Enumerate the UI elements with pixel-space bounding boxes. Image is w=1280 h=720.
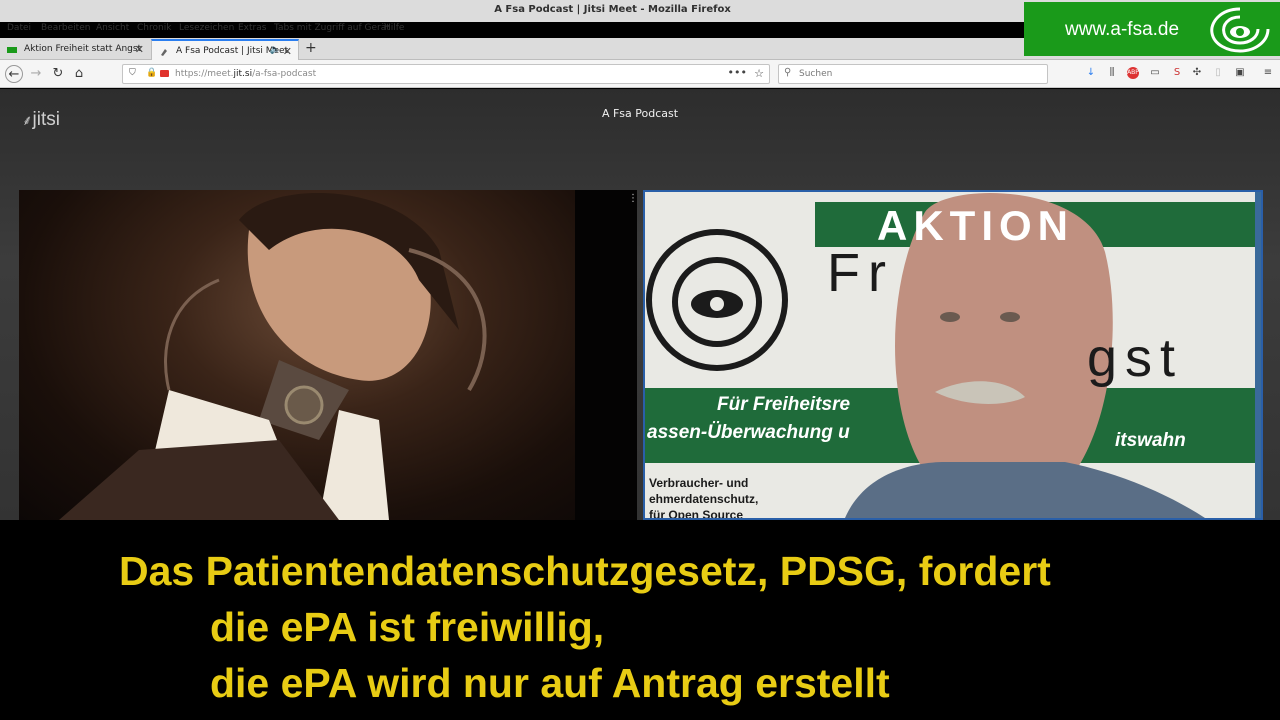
close-tab-icon[interactable]: ✕ bbox=[135, 43, 144, 56]
menu-lesezeichen[interactable]: Lesezeichen bbox=[179, 23, 234, 33]
participant-tile-left[interactable] bbox=[19, 190, 637, 520]
lock-icon[interactable]: 🔒 bbox=[146, 68, 157, 78]
url-text[interactable]: https://meet.jit.si/a-fsa-podcast bbox=[175, 69, 316, 79]
brand-url: www.a-fsa.de bbox=[1065, 19, 1180, 40]
banner-aktion: AKTION bbox=[877, 202, 1074, 249]
hamburger-menu-icon[interactable]: ≡ bbox=[1262, 67, 1274, 79]
menu-hilfe[interactable]: Hilfe bbox=[384, 23, 404, 33]
menu-extras[interactable]: Extras bbox=[238, 23, 266, 33]
reload-icon[interactable]: ↻ bbox=[49, 65, 67, 83]
adblock-icon[interactable]: ABP bbox=[1127, 67, 1139, 79]
tile-options-icon[interactable]: ⋮ bbox=[628, 193, 638, 204]
search-input[interactable]: ⚲ Suchen bbox=[778, 64, 1048, 84]
speaker-icon[interactable]: 🔈 bbox=[270, 45, 281, 55]
navigation-bar: ← → ↻ ⌂ ⛉ 🔒 https://meet.jit.si/a-fsa-po… bbox=[0, 60, 1280, 88]
menu-datei[interactable]: Datei bbox=[7, 23, 31, 33]
tab-jitsi[interactable]: A Fsa Podcast | Jitsi Meet 🔈 ✕ bbox=[151, 39, 299, 60]
jitsi-meeting: ⸙jitsi A Fsa Podcast ⋮ AKTION Fr gst Für… bbox=[0, 89, 1280, 520]
menu-ansicht[interactable]: Ansicht bbox=[96, 23, 129, 33]
afsa-favicon-icon bbox=[7, 47, 17, 53]
subtitle-area: Das Patientendatenschutzgesetz, PDSG, fo… bbox=[0, 520, 1280, 720]
home-icon[interactable]: ⌂ bbox=[70, 65, 88, 83]
banner-freiheit: Fr bbox=[827, 243, 894, 303]
robot-woman-image bbox=[59, 192, 487, 520]
back-icon[interactable]: ← bbox=[5, 65, 23, 83]
meeting-title: A Fsa Podcast bbox=[601, 107, 679, 120]
jitsi-favicon-icon bbox=[161, 49, 167, 56]
library-icon[interactable]: ⫼ bbox=[1106, 67, 1118, 79]
menu-bar: Datei Bearbeiten Ansicht Chronik Lesezei… bbox=[0, 20, 1020, 38]
close-tab-icon[interactable]: ✕ bbox=[283, 45, 292, 58]
bookmark-star-icon[interactable]: ☆ bbox=[754, 67, 764, 80]
banner-line3: itswahn bbox=[1115, 430, 1186, 451]
new-tab-icon[interactable]: + bbox=[305, 40, 317, 56]
menu-bearbeiten[interactable]: Bearbeiten bbox=[41, 23, 90, 33]
subtitle-line-1: Das Patientendatenschutzgesetz, PDSG, fo… bbox=[119, 548, 1051, 594]
forward-icon[interactable]: → bbox=[27, 65, 45, 83]
subtitle-line-3: die ePA wird nur auf Antrag erstellt bbox=[210, 660, 890, 706]
shield-icon[interactable]: ⛉ bbox=[129, 68, 136, 78]
page-actions-icon[interactable]: ••• bbox=[728, 66, 747, 79]
participant-tile-right[interactable]: AKTION Fr gst Für Freiheitsre assen-Über… bbox=[643, 190, 1263, 520]
banner-line2: assen-Überwachung u bbox=[647, 422, 850, 443]
subtitle-line-2: die ePA ist freiwillig, bbox=[210, 604, 605, 650]
menu-tabs-geraet[interactable]: Tabs mit Zugriff auf Gerät bbox=[274, 23, 390, 33]
banner-angst: gst bbox=[1087, 328, 1184, 388]
participant-video-left bbox=[19, 190, 575, 520]
extension-s-icon[interactable]: S bbox=[1171, 67, 1183, 79]
downloads-icon[interactable]: ↓ bbox=[1085, 67, 1097, 79]
extension-chat-icon[interactable]: ▣ bbox=[1234, 67, 1246, 79]
tab-aktion-freiheit[interactable]: Aktion Freiheit statt Angst ✕ bbox=[0, 39, 150, 60]
afsa-brand-badge: www.a-fsa.de bbox=[1024, 2, 1280, 56]
extension-blank-icon[interactable]: ▯ bbox=[1212, 67, 1224, 79]
extension-puzzle-icon[interactable]: ✣ bbox=[1191, 67, 1203, 79]
banner-line1: Für Freiheitsre bbox=[717, 394, 851, 415]
tab-label: Aktion Freiheit statt Angst bbox=[24, 44, 142, 54]
sidebar-icon[interactable]: ▭ bbox=[1149, 67, 1161, 79]
banner-small-text: Verbraucher- und ehmerdatenschutz, für O… bbox=[649, 476, 759, 520]
menu-chronik[interactable]: Chronik bbox=[137, 23, 171, 33]
afsa-eye-logo-icon bbox=[1210, 7, 1270, 53]
screen: A Fsa Podcast | Jitsi Meet - Mozilla Fir… bbox=[0, 0, 1280, 720]
url-bar[interactable]: ⛉ 🔒 https://meet.jit.si/a-fsa-podcast ••… bbox=[122, 64, 770, 84]
search-placeholder: Suchen bbox=[799, 69, 833, 79]
camera-permission-icon[interactable] bbox=[160, 70, 169, 77]
search-icon: ⚲ bbox=[784, 67, 792, 78]
